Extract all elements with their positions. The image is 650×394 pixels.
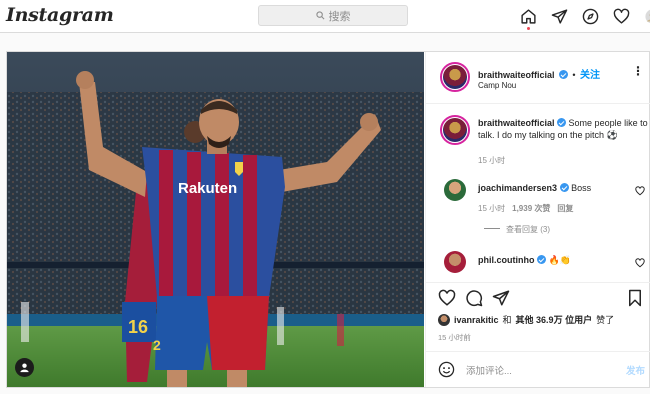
svg-text:2: 2 xyxy=(153,337,161,353)
author-username[interactable]: braithwaiteofficial xyxy=(478,70,555,80)
like-heart-icon[interactable] xyxy=(438,289,456,307)
post-photo[interactable]: 16 Rakuten 2 xyxy=(7,52,424,387)
author-avatar[interactable] xyxy=(440,62,470,92)
verified-badge-icon xyxy=(557,118,567,127)
commenter-avatar[interactable] xyxy=(444,179,466,201)
post-time[interactable]: 15 小时前 xyxy=(438,332,471,343)
post-location[interactable]: Camp Nou xyxy=(478,81,516,90)
bookmark-icon[interactable] xyxy=(626,289,644,307)
emoji-icon[interactable] xyxy=(438,361,455,378)
search-input[interactable]: 搜索 xyxy=(258,5,408,26)
comment-like-heart-icon[interactable] xyxy=(635,258,645,268)
direct-icon[interactable] xyxy=(549,6,570,27)
post-header: braithwaiteofficial • 关注 Camp Nou ⋮ xyxy=(426,52,650,104)
liker-avatar[interactable] xyxy=(438,313,450,326)
profile-avatar[interactable] xyxy=(642,6,650,27)
caption-time: 15 小时 xyxy=(478,156,506,165)
post-actions: ivanrakitic 和 其他 36.9万 位用户 赞了 15 小时前 添加评… xyxy=(426,282,650,387)
caption-username[interactable]: braithwaiteofficial xyxy=(478,118,555,128)
reply-button[interactable]: 回复 xyxy=(557,204,573,213)
comment-item: joachimandersen3 Boss xyxy=(478,182,628,194)
dot-separator: • xyxy=(572,70,576,80)
top-navigation-bar: Instagram 搜索 xyxy=(0,0,650,33)
likes-summary: ivanrakitic 和 其他 36.9万 位用户 赞了 xyxy=(438,313,614,326)
activity-heart-icon[interactable] xyxy=(611,6,632,27)
comment-input[interactable]: 添加评论... xyxy=(466,363,512,377)
instagram-logo[interactable]: Instagram xyxy=(6,4,114,26)
search-placeholder: 搜索 xyxy=(328,10,351,23)
comment-meta: 15 小时 1,939 次赞 回复 xyxy=(478,203,573,214)
explore-icon[interactable] xyxy=(580,6,601,27)
user-icon xyxy=(20,363,29,373)
commenter-avatar[interactable] xyxy=(444,251,466,273)
liked-suffix: 赞了 xyxy=(596,315,615,325)
verified-badge-icon xyxy=(558,70,568,79)
notification-dot xyxy=(527,27,530,30)
comment-bubble-icon[interactable] xyxy=(465,289,483,307)
svg-text:Rakuten: Rakuten xyxy=(178,180,237,197)
post-sidebar: braithwaiteofficial • 关注 Camp Nou ⋮ brai… xyxy=(425,52,650,387)
svg-text:16: 16 xyxy=(128,317,148,337)
comment-time[interactable]: 15 小时 xyxy=(478,204,505,213)
caption: braithwaiteofficial Some people like to … xyxy=(478,117,648,141)
liker-username[interactable]: ivanrakitic xyxy=(454,315,499,325)
post-card: 16 Rakuten 2 braithwaiteofficial • 关注 Ca… xyxy=(6,51,650,388)
follow-button[interactable]: 关注 xyxy=(580,70,600,81)
liked-by-and: 和 xyxy=(502,315,512,325)
add-comment-bar: 添加评论... 发布 xyxy=(426,351,650,388)
tagged-users-button[interactable] xyxy=(15,358,34,377)
verified-badge-icon xyxy=(559,183,569,192)
comment-like-heart-icon[interactable] xyxy=(635,186,645,196)
comment-item: phil.coutinho 🔥👏 xyxy=(478,254,628,266)
comment-text: 🔥👏 xyxy=(548,255,571,265)
verified-badge-icon xyxy=(537,255,547,264)
comment-username[interactable]: joachimandersen3 xyxy=(478,183,557,193)
comment-likes[interactable]: 1,939 次赞 xyxy=(512,204,550,213)
caption-avatar[interactable] xyxy=(440,115,470,145)
view-replies-button[interactable]: 查看回复 (3) xyxy=(484,224,550,235)
home-icon[interactable] xyxy=(518,6,539,30)
comment-text: Boss xyxy=(571,183,592,193)
search-icon xyxy=(315,11,324,20)
more-options-icon[interactable]: ⋮ xyxy=(632,64,644,78)
post-comment-button[interactable]: 发布 xyxy=(626,363,645,377)
share-icon[interactable] xyxy=(492,289,510,307)
likes-count[interactable]: 其他 36.9万 位用户 xyxy=(516,313,593,326)
comment-username[interactable]: phil.coutinho xyxy=(478,255,535,265)
